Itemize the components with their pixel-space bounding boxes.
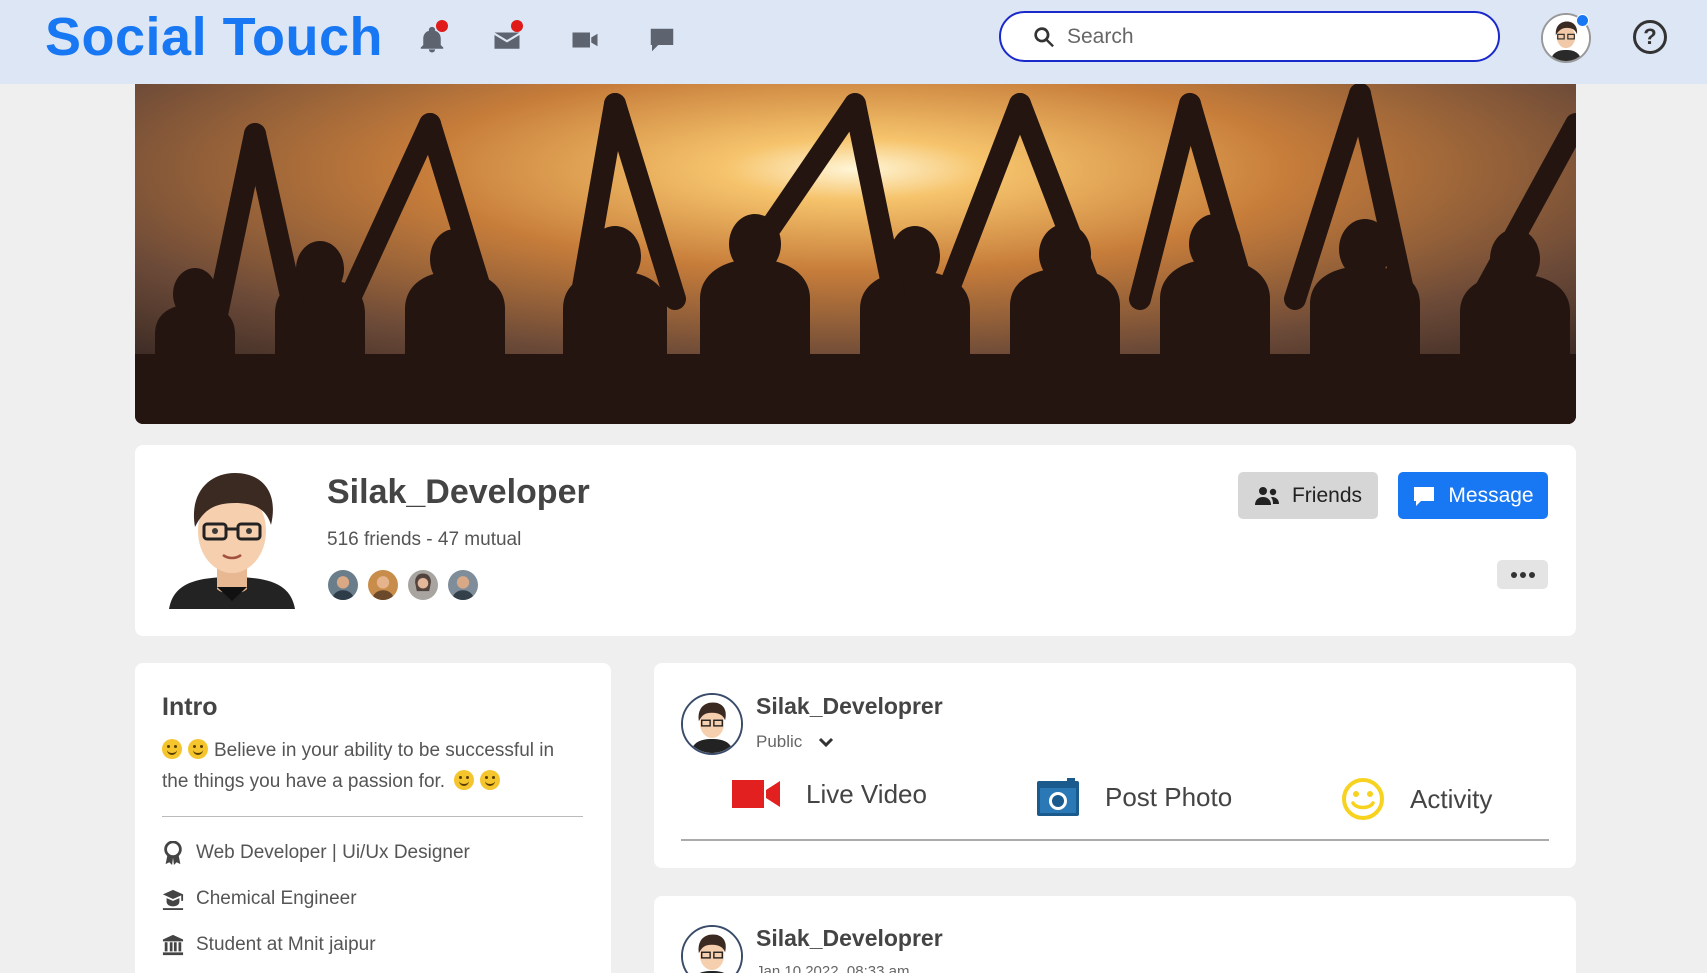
chat-icon — [650, 28, 674, 52]
graduate-icon — [162, 889, 184, 910]
post-card: Silak_Developrer Jan 10 2022, 08:33 am — [654, 896, 1576, 973]
award-icon — [164, 841, 182, 865]
smiley-emoji-icon — [188, 739, 208, 759]
message-button[interactable]: Message — [1398, 472, 1548, 519]
smiley-icon — [1342, 778, 1384, 820]
smiley-emoji-icon — [162, 739, 182, 759]
create-post-divider — [681, 839, 1549, 841]
institution-icon — [162, 934, 184, 956]
visibility-label: Public — [756, 732, 803, 751]
intro-divider — [162, 816, 583, 817]
top-navbar: Social Touch ? — [0, 0, 1707, 84]
intro-bio: Believe in your ability to be successful… — [162, 735, 582, 797]
users-icon — [1254, 486, 1279, 505]
post-photo-button[interactable]: Post Photo — [1037, 778, 1232, 816]
profile-name: Silak_Developer — [327, 473, 590, 511]
intro-card: Intro Believe in your ability to be succ… — [135, 663, 611, 973]
notifications-button[interactable] — [412, 20, 452, 60]
live-video-button[interactable]: Live Video — [732, 778, 927, 810]
visibility-selector[interactable]: Public — [756, 732, 834, 752]
intro-item-job: Web Developer | Ui/Ux Designer — [162, 841, 470, 865]
mutual-friends-avatars — [326, 568, 486, 602]
message-button-label: Message — [1448, 483, 1534, 507]
intro-item-education: Chemical Engineer — [162, 887, 357, 911]
more-options-button[interactable] — [1497, 560, 1548, 589]
camera-icon — [1037, 778, 1079, 816]
app-logo[interactable]: Social Touch — [45, 6, 383, 68]
create-post-card: Silak_Developrer Public Live Video Post … — [654, 663, 1576, 868]
notification-dot — [511, 20, 523, 32]
post-author-avatar[interactable] — [681, 925, 743, 973]
more-dot — [1528, 571, 1535, 578]
post-author-avatar[interactable] — [681, 693, 743, 755]
live-video-label: Live Video — [806, 778, 927, 809]
chevron-down-icon — [819, 737, 834, 748]
video-button[interactable] — [565, 20, 605, 60]
notification-dot — [436, 20, 448, 32]
help-icon[interactable]: ? — [1633, 20, 1667, 54]
online-status-dot — [1576, 14, 1589, 27]
intro-item-text: Chemical Engineer — [196, 888, 357, 909]
friends-count[interactable]: 516 friends - 47 mutual — [327, 529, 521, 551]
post-photo-label: Post Photo — [1105, 781, 1233, 812]
smiley-emoji-icon — [454, 770, 475, 790]
mutual-friend-avatar[interactable] — [446, 568, 480, 602]
friends-button-label: Friends — [1291, 483, 1363, 507]
mutual-friend-avatar[interactable] — [406, 568, 440, 602]
intro-item-text: Web Developer | Ui/Ux Designer — [196, 842, 470, 863]
post-author-name[interactable]: Silak_Developrer — [756, 693, 943, 720]
mutual-friend-avatar[interactable] — [326, 568, 360, 602]
smiley-emoji-icon — [480, 770, 501, 790]
messages-button[interactable] — [487, 20, 527, 60]
search-icon — [1034, 26, 1054, 47]
intro-title: Intro — [162, 693, 218, 721]
video-icon — [572, 32, 598, 48]
search-box[interactable] — [999, 11, 1500, 62]
more-dot — [1519, 571, 1526, 578]
profile-card: Silak_Developer 516 friends - 47 mutual … — [135, 445, 1576, 636]
message-icon — [1414, 486, 1435, 506]
chat-button[interactable] — [642, 20, 682, 60]
search-input[interactable] — [1067, 24, 1467, 49]
cover-photo — [135, 84, 1576, 424]
intro-item-school: Student at Mnit jaipur — [162, 933, 376, 957]
post-author-name[interactable]: Silak_Developrer — [756, 925, 943, 952]
friends-button[interactable]: Friends — [1238, 472, 1378, 519]
post-timestamp: Jan 10 2022, 08:33 am — [756, 963, 910, 973]
activity-label: Activity — [1410, 783, 1493, 814]
profile-picture[interactable] — [167, 469, 297, 609]
more-dot — [1510, 571, 1517, 578]
intro-item-text: Student at Mnit jaipur — [196, 934, 376, 955]
mutual-friend-avatar[interactable] — [366, 568, 400, 602]
live-video-icon — [732, 780, 780, 808]
activity-button[interactable]: Activity — [1342, 778, 1492, 820]
